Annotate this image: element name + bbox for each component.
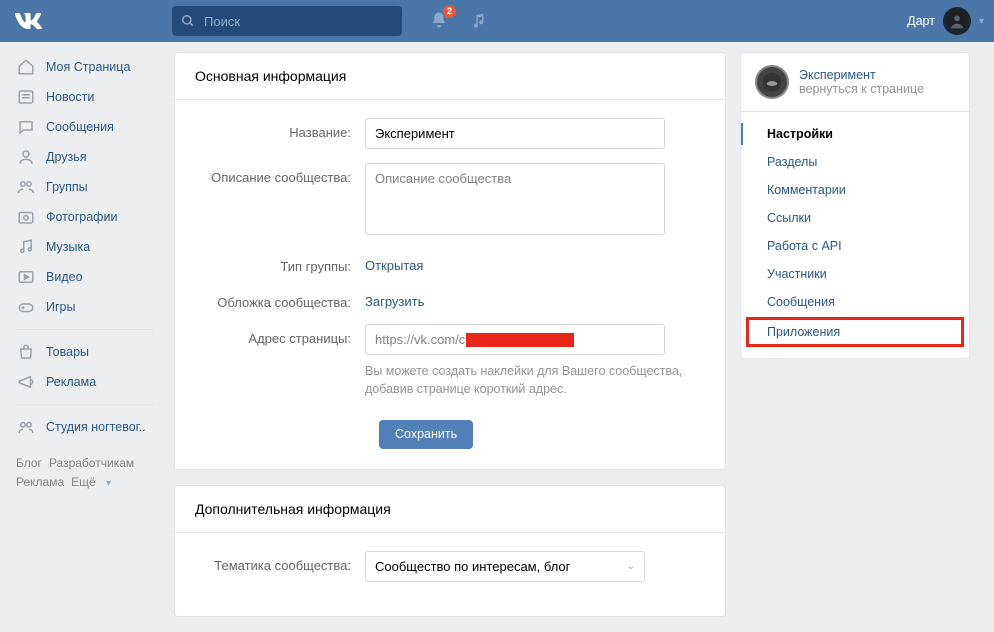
nav-separator: [16, 329, 154, 330]
topic-value: Сообщество по интересам, блог: [375, 559, 570, 574]
nav-studio[interactable]: Студия ногтевог..: [10, 412, 160, 442]
settings-item-comments[interactable]: Комментарии: [741, 176, 969, 204]
games-icon: [16, 297, 36, 317]
nav-market[interactable]: Товары: [10, 337, 160, 367]
upload-cover-link[interactable]: Загрузить: [365, 288, 424, 309]
settings-item-messages[interactable]: Сообщения: [741, 288, 969, 316]
chevron-down-icon: ▾: [979, 16, 984, 27]
card-header: Основная информация: [175, 53, 725, 100]
card-header: Дополнительная информация: [175, 486, 725, 533]
section-title: Дополнительная информация: [195, 501, 705, 517]
desc-label: Описание сообщества:: [195, 163, 365, 185]
nav-groups[interactable]: Группы: [10, 172, 160, 202]
address-input[interactable]: https://vk.com/c: [365, 324, 665, 355]
redacted-block: [466, 333, 574, 347]
notifications-icon[interactable]: 2: [430, 10, 448, 33]
settings-item-api[interactable]: Работа с API: [741, 232, 969, 260]
community-avatar[interactable]: [755, 65, 789, 99]
save-button[interactable]: Сохранить: [379, 420, 473, 449]
nav-label: Игры: [46, 300, 75, 314]
nav-label: Группы: [46, 180, 88, 194]
friends-icon: [16, 147, 36, 167]
video-icon: [16, 267, 36, 287]
top-header: 2 Дарт ▾: [0, 0, 994, 42]
section-title: Основная информация: [195, 68, 705, 84]
messages-icon: [16, 117, 36, 137]
settings-menu: Настройки Разделы Комментарии Ссылки Раб…: [740, 112, 970, 359]
nav-label: Новости: [46, 90, 94, 104]
community-name-link[interactable]: Эксперимент: [799, 68, 924, 82]
description-textarea[interactable]: [365, 163, 665, 235]
left-nav: Моя Страница Новости Сообщения Друзья Гр…: [10, 52, 160, 632]
username: Дарт: [907, 14, 935, 28]
footer-blog[interactable]: Блог: [16, 456, 42, 470]
market-icon: [16, 342, 36, 362]
nav-news[interactable]: Новости: [10, 82, 160, 112]
home-icon: [16, 57, 36, 77]
topic-label: Тематика сообщества:: [195, 551, 365, 573]
footer-dev[interactable]: Разработчикам: [49, 456, 134, 470]
nav-video[interactable]: Видео: [10, 262, 160, 292]
nav-games[interactable]: Игры: [10, 292, 160, 322]
groups-icon: [16, 177, 36, 197]
vk-logo[interactable]: [14, 13, 42, 29]
nav-photos[interactable]: Фотографии: [10, 202, 160, 232]
type-label: Тип группы:: [195, 252, 365, 274]
search-input[interactable]: [172, 6, 402, 36]
topic-select[interactable]: Сообщество по интересам, блог ⌄: [365, 551, 645, 582]
nav-label: Видео: [46, 270, 83, 284]
header-icons: 2: [430, 10, 487, 33]
avatar: [943, 7, 971, 35]
community-header: Эксперимент вернуться к странице: [740, 52, 970, 112]
nav-my-page[interactable]: Моя Страница: [10, 52, 160, 82]
address-hint: Вы можете создать наклейки для Вашего со…: [365, 362, 705, 398]
music-nav-icon: [16, 237, 36, 257]
footer-links: Блог Разработчикам Реклама Ещё ▾: [10, 454, 160, 493]
chevron-down-icon: ⌄: [627, 561, 635, 572]
url-prefix: https://vk.com/c: [375, 332, 465, 347]
nav-music[interactable]: Музыка: [10, 232, 160, 262]
name-input[interactable]: [365, 118, 665, 149]
footer-more[interactable]: Ещё ▾: [71, 475, 118, 489]
nav-label: Моя Страница: [46, 60, 130, 74]
nav-label: Музыка: [46, 240, 90, 254]
nav-label: Товары: [46, 345, 89, 359]
cover-label: Обложка сообщества:: [195, 288, 365, 310]
music-icon[interactable]: [470, 11, 487, 32]
news-icon: [16, 87, 36, 107]
footer-ads[interactable]: Реклама: [16, 475, 64, 489]
ads-icon: [16, 372, 36, 392]
additional-info-card: Дополнительная информация Тематика сообщ…: [174, 485, 726, 617]
photos-icon: [16, 207, 36, 227]
group-type-link[interactable]: Открытая: [365, 252, 423, 273]
back-to-page-link[interactable]: вернуться к странице: [799, 82, 924, 96]
user-menu[interactable]: Дарт ▾: [907, 7, 984, 35]
main-content: Основная информация Название: Описание с…: [174, 52, 726, 632]
nav-friends[interactable]: Друзья: [10, 142, 160, 172]
nav-label: Сообщения: [46, 120, 114, 134]
settings-item-members[interactable]: Участники: [741, 260, 969, 288]
nav-label: Студия ногтевог..: [46, 420, 146, 434]
settings-item-sections[interactable]: Разделы: [741, 148, 969, 176]
nav-ads[interactable]: Реклама: [10, 367, 160, 397]
search-icon: [181, 14, 195, 31]
notifications-badge: 2: [443, 5, 456, 18]
settings-item-main[interactable]: Настройки: [741, 120, 969, 148]
addr-label: Адрес страницы:: [195, 324, 365, 346]
nav-separator: [16, 404, 154, 405]
search-wrap: [172, 6, 402, 36]
studio-icon: [16, 417, 36, 437]
right-sidebar: Эксперимент вернуться к странице Настрой…: [740, 52, 970, 632]
name-label: Название:: [195, 118, 365, 140]
nav-label: Реклама: [46, 375, 96, 389]
nav-messages[interactable]: Сообщения: [10, 112, 160, 142]
settings-item-apps[interactable]: Приложения: [747, 318, 963, 346]
basic-info-card: Основная информация Название: Описание с…: [174, 52, 726, 470]
nav-label: Фотографии: [46, 210, 117, 224]
nav-label: Друзья: [46, 150, 87, 164]
settings-item-links[interactable]: Ссылки: [741, 204, 969, 232]
